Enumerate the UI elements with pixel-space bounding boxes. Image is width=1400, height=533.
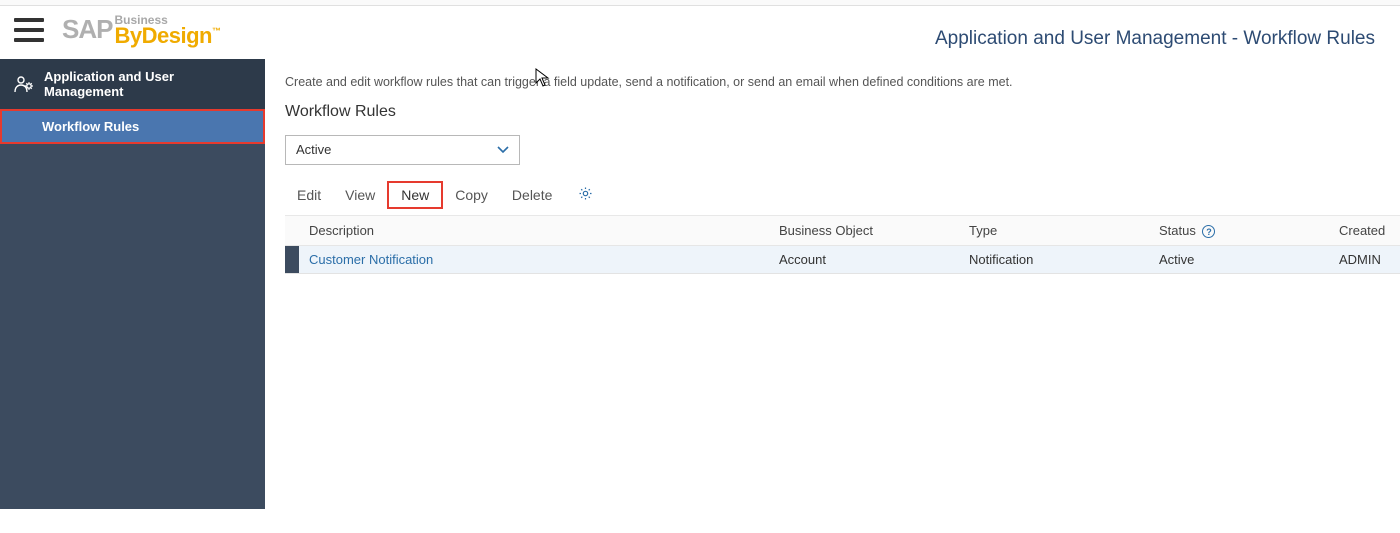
col-marker <box>285 216 299 246</box>
filter-value: Active <box>296 142 331 157</box>
view-button[interactable]: View <box>333 183 387 207</box>
cell-created-by: ADMIN <box>1329 246 1400 274</box>
sidebar-item-workflow-rules[interactable]: Workflow Rules <box>0 109 265 144</box>
section-heading: Workflow Rules <box>285 103 1400 121</box>
chevron-down-icon <box>497 143 509 157</box>
sidebar-item-app-user-mgmt[interactable]: Application and User Management <box>0 59 265 109</box>
main-layout: Application and User Management Workflow… <box>0 59 1400 509</box>
sidebar-parent-label: Application and User Management <box>44 69 251 99</box>
menu-toggle-button[interactable] <box>14 18 44 42</box>
table-header-row: Description Business Object Type Status … <box>285 216 1400 246</box>
logo-line2: ByDesign <box>114 23 211 48</box>
help-icon[interactable]: ? <box>1202 225 1215 238</box>
col-status-label: Status <box>1159 223 1196 238</box>
col-created-by[interactable]: Created <box>1329 216 1400 246</box>
settings-button[interactable] <box>578 186 593 204</box>
content-area: Create and edit workflow rules that can … <box>265 59 1400 509</box>
user-settings-icon <box>14 75 34 93</box>
app-header: SAP Business ByDesign™ Application and U… <box>0 6 1400 59</box>
col-description[interactable]: Description <box>299 216 769 246</box>
gear-icon <box>578 186 593 201</box>
action-toolbar: Edit View New Copy Delete <box>285 175 1400 215</box>
row-selection-marker[interactable] <box>285 246 299 274</box>
delete-button[interactable]: Delete <box>500 183 564 207</box>
col-status[interactable]: Status ? <box>1149 216 1329 246</box>
intro-text: Create and edit workflow rules that can … <box>285 75 1400 89</box>
col-business-object[interactable]: Business Object <box>769 216 959 246</box>
cell-status: Active <box>1149 246 1329 274</box>
status-filter-select[interactable]: Active <box>285 135 520 165</box>
rules-table: Description Business Object Type Status … <box>285 215 1400 275</box>
page-title: Application and User Management - Workfl… <box>935 28 1375 50</box>
logo-brand: SAP <box>62 14 112 45</box>
sidebar: Application and User Management Workflow… <box>0 59 265 509</box>
table-row[interactable]: Customer Notification Account Notificati… <box>285 246 1400 274</box>
copy-button[interactable]: Copy <box>443 183 500 207</box>
sidebar-child-label: Workflow Rules <box>42 119 139 134</box>
cell-type: Notification <box>959 246 1149 274</box>
col-type[interactable]: Type <box>959 216 1149 246</box>
edit-button[interactable]: Edit <box>285 183 333 207</box>
new-button[interactable]: New <box>387 181 443 209</box>
logo-trademark: ™ <box>212 26 221 36</box>
sap-bydesign-logo: SAP Business ByDesign™ <box>62 14 221 47</box>
rule-description-link[interactable]: Customer Notification <box>309 252 433 267</box>
cell-business-object: Account <box>769 246 959 274</box>
